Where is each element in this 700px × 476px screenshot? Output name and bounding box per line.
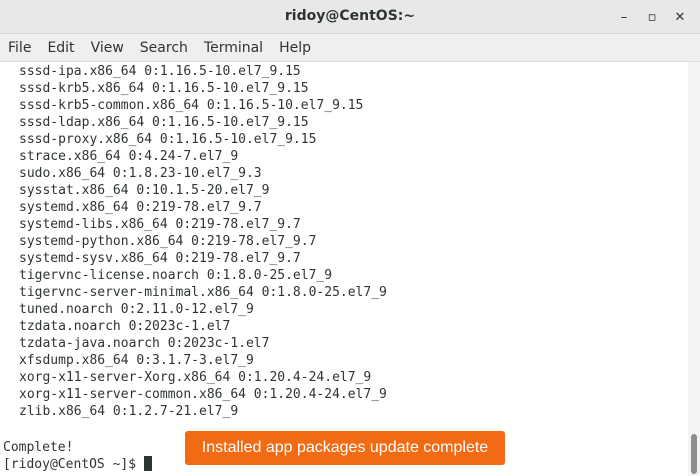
terminal-line: sssd-krb5-common.x86_64 0:1.16.5-10.el7_…	[19, 98, 364, 113]
close-icon: ✕	[674, 9, 686, 25]
terminal-line: xorg-x11-server-Xorg.x86_64 0:1.20.4-24.…	[19, 370, 372, 385]
text-cursor	[143, 456, 152, 471]
menu-bar: File Edit View Search Terminal Help	[0, 34, 700, 62]
terminal-line: sysstat.x86_64 0:10.1.5-20.el7_9	[19, 183, 270, 198]
terminal-line: systemd.x86_64 0:219-78.el7_9.7	[19, 200, 262, 215]
scrollbar[interactable]	[688, 62, 700, 476]
terminal-line: zlib.x86_64 0:1.2.7-21.el7_9	[19, 404, 239, 419]
terminal-line: strace.x86_64 0:4.24-7.el7_9	[19, 149, 239, 164]
terminal-line: xorg-x11-server-common.x86_64 0:1.20.4-2…	[19, 387, 387, 402]
terminal-line: xfsdump.x86_64 0:3.1.7-3.el7_9	[19, 353, 254, 368]
minimize-icon: –	[620, 9, 628, 25]
window-title: ridoy@CentOS:~	[284, 8, 416, 24]
terminal-line: systemd-sysv.x86_64 0:219-78.el7_9.7	[19, 251, 301, 266]
terminal-output[interactable]: sssd-ipa.x86_64 0:1.16.5-10.el7_9.15 sss…	[0, 62, 688, 476]
terminal-line: tzdata.noarch 0:2023c-1.el7	[19, 319, 231, 334]
terminal-line: sssd-proxy.x86_64 0:1.16.5-10.el7_9.15	[19, 132, 317, 147]
terminal-line: systemd-python.x86_64 0:219-78.el7_9.7	[19, 234, 317, 249]
terminal-line: tuned.noarch 0:2.11.0-12.el7_9	[19, 302, 254, 317]
terminal-line: tigervnc-license.noarch 0:1.8.0-25.el7_9	[19, 268, 333, 283]
terminal-line: tigervnc-server-minimal.x86_64 0:1.8.0-2…	[19, 285, 387, 300]
shell-prompt: [ridoy@CentOS ~]$	[3, 457, 144, 472]
close-button[interactable]: ✕	[668, 6, 692, 28]
prompt-line[interactable]: [ridoy@CentOS ~]$	[3, 456, 152, 473]
menu-search[interactable]: Search	[132, 40, 196, 56]
terminal-line: sssd-ldap.x86_64 0:1.16.5-10.el7_9.15	[19, 115, 309, 130]
notification-toast: Installed app packages update complete	[185, 431, 505, 465]
terminal-footer: Complete! [ridoy@CentOS ~]$	[3, 439, 152, 473]
scrollbar-thumb[interactable]	[691, 434, 697, 474]
menu-file[interactable]: File	[0, 40, 39, 56]
title-bar: ridoy@CentOS:~ – ▫ ✕	[0, 0, 700, 34]
maximize-icon: ▫	[647, 9, 657, 25]
terminal-line: systemd-libs.x86_64 0:219-78.el7_9.7	[19, 217, 301, 232]
menu-edit[interactable]: Edit	[39, 40, 82, 56]
package-list: sssd-ipa.x86_64 0:1.16.5-10.el7_9.15 sss…	[19, 63, 387, 420]
menu-view[interactable]: View	[83, 40, 132, 56]
complete-message: Complete!	[3, 440, 74, 455]
terminal-line: sssd-ipa.x86_64 0:1.16.5-10.el7_9.15	[19, 64, 301, 79]
menu-terminal[interactable]: Terminal	[196, 40, 271, 56]
terminal-line: tzdata-java.noarch 0:2023c-1.el7	[19, 336, 270, 351]
terminal-line: sssd-krb5.x86_64 0:1.16.5-10.el7_9.15	[19, 81, 309, 96]
maximize-button[interactable]: ▫	[640, 6, 664, 28]
menu-help[interactable]: Help	[271, 40, 319, 56]
minimize-button[interactable]: –	[612, 6, 636, 28]
terminal-line: sudo.x86_64 0:1.8.23-10.el7_9.3	[19, 166, 262, 181]
